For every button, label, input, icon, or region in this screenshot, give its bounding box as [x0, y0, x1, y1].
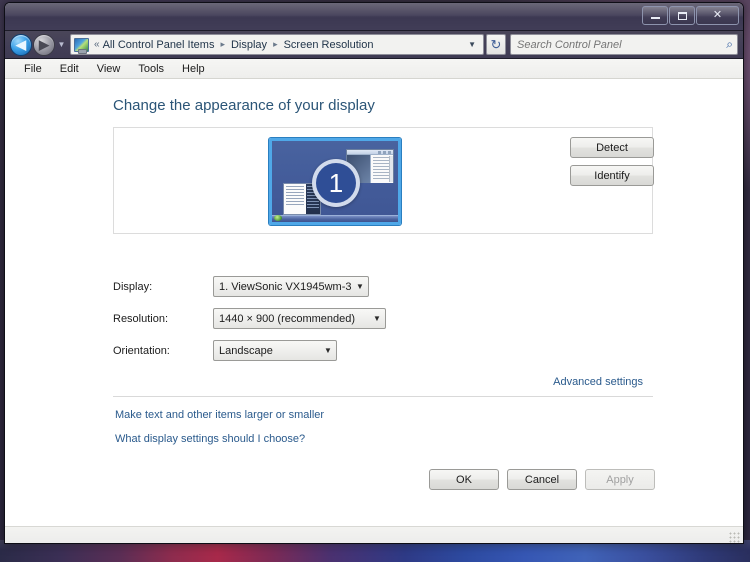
preview-window-scrollbar: [389, 156, 393, 182]
chevron-right-icon: ▸: [220, 39, 225, 49]
resolution-dropdown[interactable]: 1440 × 900 (recommended) ▼: [213, 308, 386, 329]
preview-start-menu-items: [284, 184, 306, 214]
screen-resolution-window: Screen Resolution ✕ ◀ ▶ ▼ « All Control …: [4, 2, 744, 544]
orientation-dropdown[interactable]: Landscape ▼: [213, 340, 337, 361]
chevron-down-icon: ▼: [373, 314, 381, 323]
refresh-button[interactable]: ↻: [486, 34, 506, 55]
address-bar[interactable]: « All Control Panel Items ▸ Display ▸ Sc…: [70, 34, 484, 55]
preview-window-maximize-icon: [383, 151, 386, 154]
forward-button[interactable]: ▶: [33, 33, 55, 56]
breadcrumb-item-display[interactable]: Display: [229, 38, 269, 52]
resize-grip[interactable]: [729, 532, 741, 543]
maximize-button[interactable]: [669, 6, 695, 25]
menu-view[interactable]: View: [88, 61, 130, 77]
detect-button[interactable]: Detect: [570, 137, 654, 158]
maximize-icon: [677, 11, 687, 20]
cancel-button[interactable]: Cancel: [507, 469, 577, 490]
window-controls: ✕: [642, 6, 739, 25]
preview-window-titlebar: [347, 150, 393, 155]
address-dropdown-icon[interactable]: ▼: [463, 40, 481, 49]
resolution-setting-row: Resolution: 1440 × 900 (recommended) ▼: [113, 308, 386, 329]
page-title: Change the appearance of your display: [113, 97, 375, 114]
display-dropdown[interactable]: 1. ViewSonic VX1945wm-3 ▼: [213, 276, 369, 297]
menu-file[interactable]: File: [15, 61, 51, 77]
search-box[interactable]: ⌕: [510, 34, 738, 55]
preview-taskbar: [272, 215, 398, 222]
navigation-bar: ◀ ▶ ▼ « All Control Panel Items ▸ Displa…: [5, 31, 743, 59]
menu-bar: File Edit View Tools Help: [5, 59, 743, 79]
preview-start-orb-icon: [274, 215, 282, 221]
chevron-down-icon: ▼: [356, 282, 364, 291]
chevron-right-icon: ▸: [273, 39, 278, 49]
orientation-dropdown-value: Landscape: [219, 344, 273, 357]
menu-help[interactable]: Help: [173, 61, 214, 77]
display-dropdown-value: 1. ViewSonic VX1945wm-3: [219, 280, 352, 293]
content-area: Change the appearance of your display 1 …: [5, 79, 743, 543]
identify-button[interactable]: Identify: [570, 165, 654, 186]
display-1-preview[interactable]: 1: [269, 138, 401, 225]
orientation-setting-row: Orientation: Landscape ▼: [113, 340, 337, 361]
resolution-dropdown-value: 1440 × 900 (recommended): [219, 312, 356, 325]
orientation-label: Orientation:: [113, 344, 170, 357]
search-input[interactable]: [515, 37, 727, 52]
back-button[interactable]: ◀: [10, 33, 32, 56]
chevron-down-icon: ▼: [324, 346, 332, 355]
display-label: Display:: [113, 280, 153, 293]
status-bar: [5, 526, 743, 543]
preview-window-close-icon: [388, 151, 391, 154]
close-icon: ✕: [712, 9, 723, 21]
advanced-settings-link[interactable]: Advanced settings: [553, 376, 643, 388]
menu-tools[interactable]: Tools: [129, 61, 173, 77]
breadcrumb-item-all-control-panel-items[interactable]: All Control Panel Items: [101, 38, 217, 52]
apply-button: Apply: [585, 469, 655, 490]
recent-pages-button[interactable]: ▼: [56, 40, 67, 49]
control-panel-icon: [74, 37, 89, 54]
display-number-badge: 1: [312, 159, 360, 207]
minimize-icon: [650, 17, 660, 19]
window-titlebar[interactable]: Screen Resolution ✕: [5, 3, 743, 31]
preview-window-minimize-icon: [378, 151, 381, 154]
menu-edit[interactable]: Edit: [51, 61, 88, 77]
breadcrumb-overflow-icon[interactable]: «: [92, 38, 101, 51]
minimize-button[interactable]: [642, 6, 668, 25]
breadcrumb-item-screen-resolution[interactable]: Screen Resolution: [282, 38, 376, 52]
ok-button[interactable]: OK: [429, 469, 499, 490]
search-icon: ⌕: [726, 37, 733, 51]
resolution-label: Resolution:: [113, 312, 169, 325]
what-display-settings-link[interactable]: What display settings should I choose?: [115, 433, 305, 445]
section-divider: [113, 396, 653, 397]
close-button[interactable]: ✕: [696, 6, 739, 25]
display-setting-row: Display: 1. ViewSonic VX1945wm-3 ▼: [113, 276, 369, 297]
make-text-larger-link[interactable]: Make text and other items larger or smal…: [115, 409, 324, 421]
